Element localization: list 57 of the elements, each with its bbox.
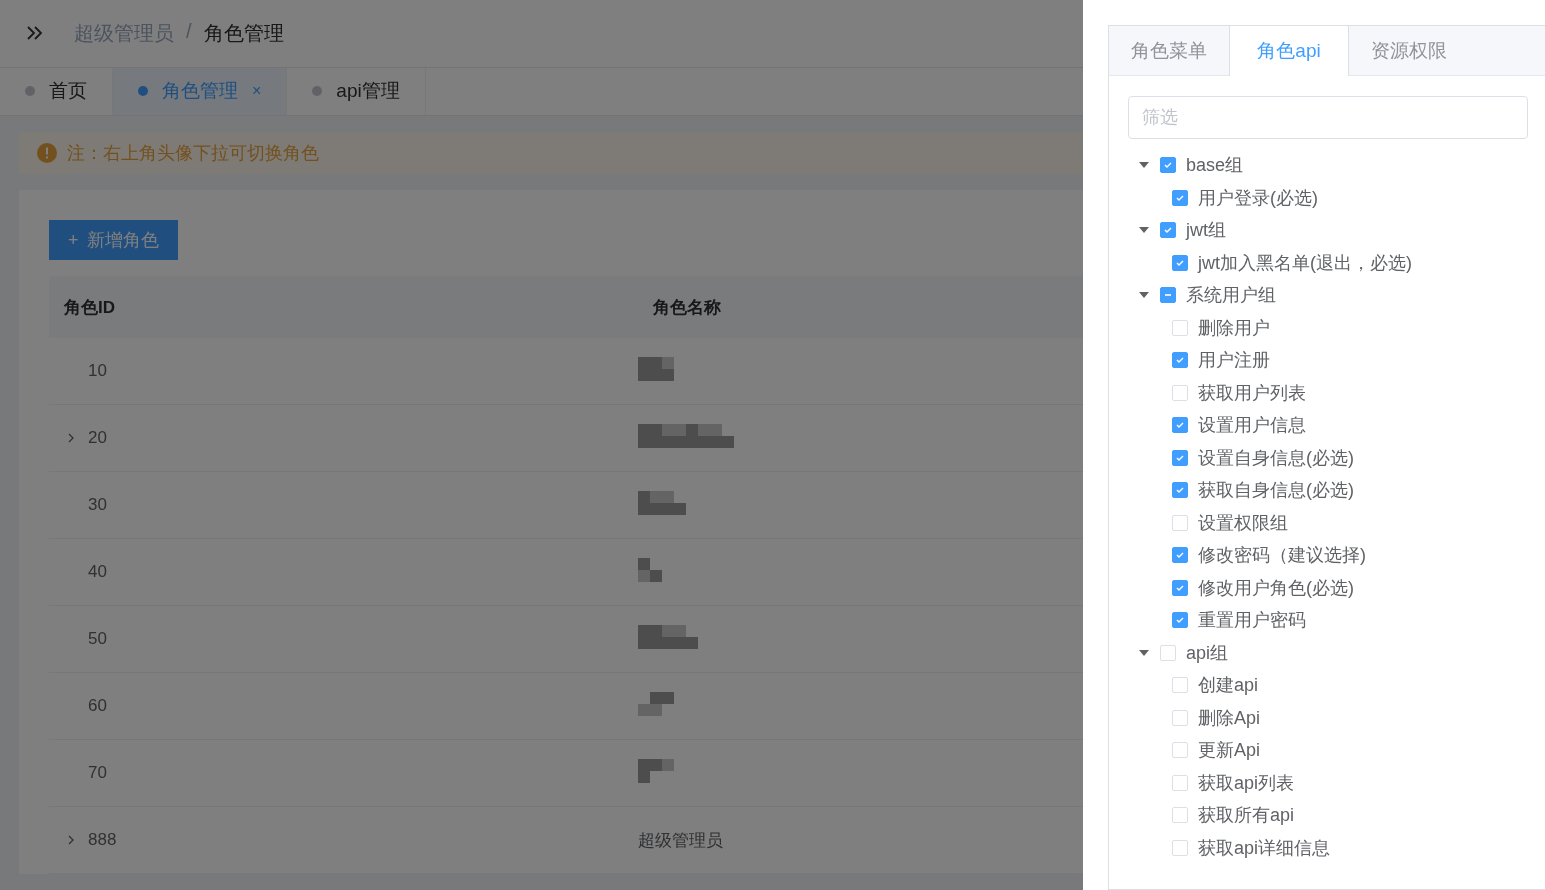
alert-text: 注：右上角头像下拉可切换角色 — [67, 142, 319, 165]
tree-node-label[interactable]: 设置权限组 — [1198, 510, 1288, 535]
table-cell: 10 — [88, 361, 107, 381]
pixelated-text-drawing — [638, 490, 686, 515]
tree-node-label[interactable]: 获取用户列表 — [1198, 380, 1306, 405]
tree-node-label[interactable]: 用户注册 — [1198, 348, 1270, 373]
tree-node-label[interactable]: 获取自身信息(必选) — [1198, 478, 1354, 503]
table-cell: 50 — [88, 629, 107, 649]
checkbox[interactable] — [1160, 287, 1176, 304]
table-cell: 60 — [88, 696, 107, 716]
table-cell: 888 — [88, 830, 117, 850]
breadcrumb-item: 角色管理 — [203, 20, 284, 46]
tree-node-label[interactable]: 更新Api — [1198, 738, 1260, 763]
tree-node-label[interactable]: 获取api列表 — [1198, 770, 1295, 795]
tree-node-label[interactable]: 重置用户密码 — [1198, 608, 1306, 633]
table-cell: 40 — [88, 562, 107, 582]
checkbox[interactable] — [1172, 417, 1188, 434]
checkbox[interactable] — [1172, 189, 1188, 206]
checkbox[interactable] — [1172, 482, 1188, 499]
tree-node-label[interactable]: 修改用户角色(必选) — [1198, 575, 1354, 600]
pixelated-text-drawing — [638, 691, 674, 716]
tree-node-label[interactable]: 获取所有api — [1198, 803, 1295, 828]
checkbox[interactable] — [1172, 352, 1188, 369]
pixelated-text-drawing — [638, 557, 662, 582]
tree-node-label[interactable]: 获取api详细信息 — [1198, 835, 1331, 860]
tree-node-label[interactable]: 设置用户信息 — [1198, 413, 1306, 438]
checkbox[interactable] — [1172, 579, 1188, 596]
expand-menu-icon[interactable] — [26, 26, 44, 41]
tree-node-label[interactable]: 系统用户组 — [1186, 283, 1276, 308]
tree-node-label[interactable]: api组 — [1186, 640, 1229, 665]
checkbox[interactable] — [1172, 449, 1188, 466]
tree-node-label[interactable]: base组 — [1186, 153, 1244, 178]
checkbox[interactable] — [1172, 547, 1188, 564]
tree-node-label[interactable]: 用户登录(必选) — [1198, 185, 1318, 210]
tree-node-label[interactable]: 删除Api — [1198, 705, 1260, 730]
tree-node-label[interactable]: jwt组 — [1186, 218, 1226, 243]
table-cell: 超级管理员 — [638, 830, 723, 850]
column-header: 角色ID — [63, 296, 115, 319]
tree-node-label[interactable]: 设置自身信息(必选) — [1198, 445, 1354, 470]
filter-input[interactable]: 筛选 — [1128, 96, 1528, 139]
checkbox[interactable] — [1160, 157, 1176, 174]
tree-node-label[interactable]: 修改密码（建议选择) — [1198, 543, 1366, 568]
tree-node-label[interactable]: jwt加入黑名单(退出，必选) — [1198, 250, 1412, 275]
checkbox[interactable] — [1172, 612, 1188, 629]
pixelated-text-drawing — [638, 758, 674, 783]
checkbox[interactable] — [1172, 254, 1188, 271]
checkbox[interactable] — [1160, 222, 1176, 239]
pixelated-text-drawing — [638, 356, 674, 381]
pixelated-text-drawing — [638, 624, 698, 649]
tree-node-label[interactable]: 创建api — [1198, 673, 1259, 698]
table-cell: 30 — [88, 495, 107, 515]
table-cell: 70 — [88, 763, 107, 783]
page-tab[interactable]: api管理 — [287, 67, 426, 115]
column-header: 角色名称 — [652, 296, 721, 319]
tree-node-label[interactable]: 删除用户 — [1198, 315, 1270, 340]
table-cell: 20 — [88, 428, 107, 448]
warning-icon — [37, 143, 57, 163]
